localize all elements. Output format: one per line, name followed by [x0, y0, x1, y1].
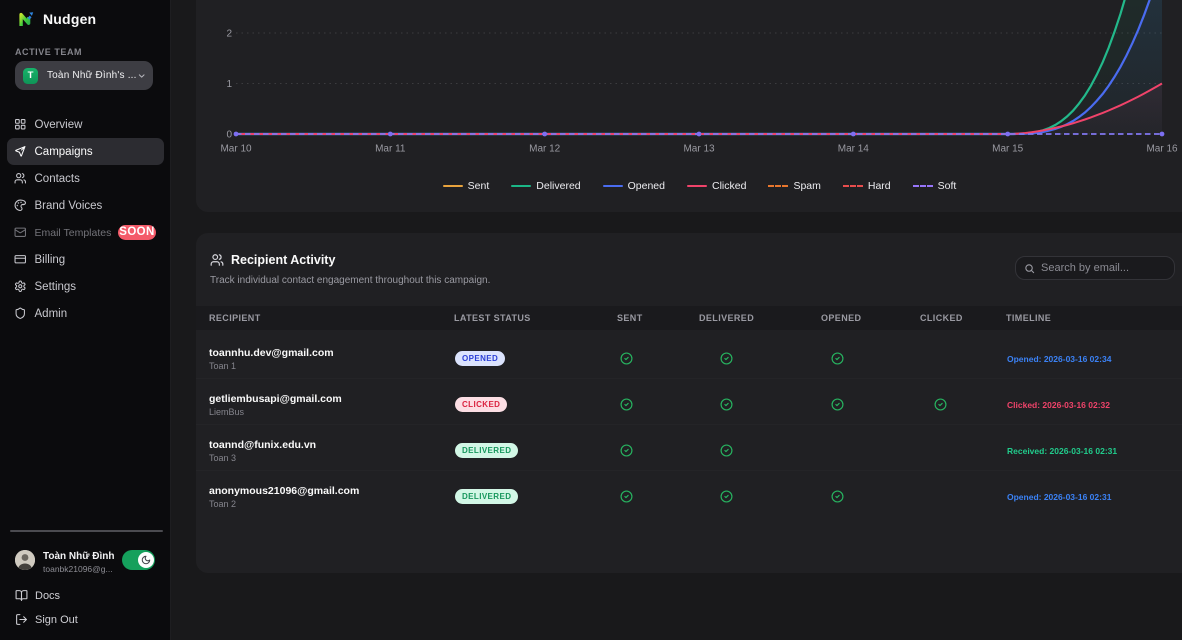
svg-text:0: 0	[226, 130, 232, 141]
svg-text:Mar 12: Mar 12	[529, 144, 561, 155]
svg-text:Mar 14: Mar 14	[838, 144, 870, 155]
svg-text:2: 2	[226, 29, 232, 40]
svg-text:Mar 15: Mar 15	[992, 144, 1024, 155]
svg-text:Mar 10: Mar 10	[220, 144, 252, 155]
svg-text:Mar 11: Mar 11	[375, 144, 406, 155]
svg-text:1: 1	[226, 79, 232, 90]
svg-text:Mar 16: Mar 16	[1146, 144, 1178, 155]
svg-text:Mar 13: Mar 13	[683, 144, 715, 155]
